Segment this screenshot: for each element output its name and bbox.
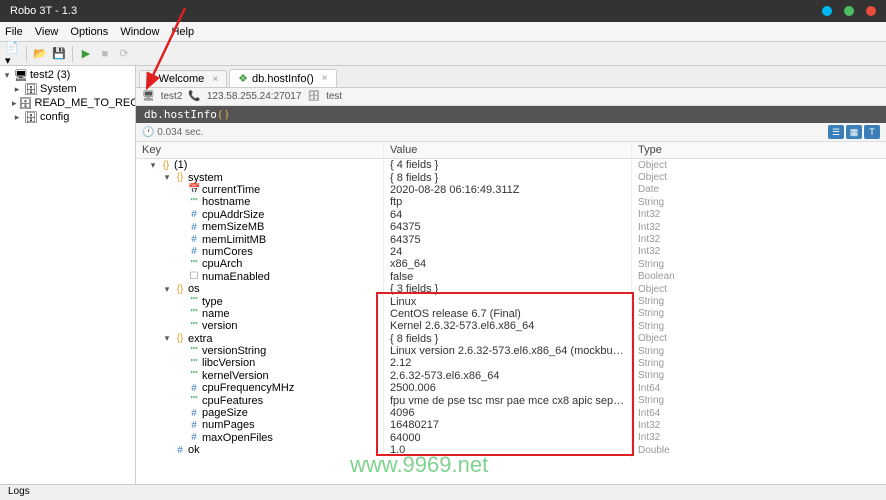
cmd-parens: () bbox=[217, 108, 230, 121]
host-icon: 📞 bbox=[188, 91, 200, 102]
toggle-icon[interactable]: ▸ bbox=[12, 98, 17, 109]
header-key[interactable]: Key bbox=[136, 142, 384, 158]
address-bar: 🖥 test2 📞 123.58.255.24:27017 🗄 test bbox=[136, 88, 886, 106]
tree-label: System bbox=[40, 83, 77, 95]
db-icon: 🗄 bbox=[24, 111, 38, 123]
max-dot[interactable] bbox=[844, 6, 854, 16]
tree-item-system[interactable]: ▸ 🗄 System bbox=[0, 82, 135, 96]
tree-view-button[interactable]: ☰ bbox=[828, 125, 844, 139]
conn-name: test2 bbox=[161, 91, 183, 102]
tab-label: db.hostInfo() bbox=[252, 73, 314, 85]
separator bbox=[72, 46, 73, 62]
watermark: www.9969.net bbox=[350, 452, 488, 478]
min-dot[interactable] bbox=[822, 6, 832, 16]
server-icon: 🖥 bbox=[14, 69, 28, 81]
stop-icon[interactable]: ■ bbox=[97, 46, 113, 62]
result-grid[interactable]: ▾{}(1){ 4 fields }Object▾{}system{ 8 fie… bbox=[136, 159, 886, 484]
toolbar: 📄▾ 📂 💾 ▶ ■ ⟳ bbox=[0, 42, 886, 66]
host-addr: 123.58.255.24:27017 bbox=[207, 91, 302, 102]
text-view-button[interactable]: T bbox=[864, 125, 880, 139]
status-bar[interactable]: Logs bbox=[0, 484, 886, 500]
command-bar[interactable]: db.hostInfo() bbox=[136, 106, 886, 123]
menubar: File View Options Window Help bbox=[0, 22, 886, 42]
home-icon: ⌂ bbox=[148, 73, 155, 85]
clock-icon: 🕐 bbox=[142, 127, 154, 138]
tab-label: Welcome bbox=[159, 73, 205, 85]
separator bbox=[26, 46, 27, 62]
tree-root[interactable]: ▾ 🖥 test2 (3) bbox=[0, 68, 135, 82]
toggle-icon[interactable]: ▸ bbox=[12, 112, 22, 123]
titlebar: Robo 3T - 1.3 bbox=[0, 0, 886, 22]
tab-hostinfo[interactable]: ❖ db.hostInfo() × bbox=[229, 69, 336, 87]
close-icon[interactable]: × bbox=[322, 73, 328, 84]
type-text: Double bbox=[632, 443, 886, 458]
toggle-icon[interactable]: ▸ bbox=[12, 84, 22, 95]
time-bar: 🕐 0.034 sec. ☰ ▦ T bbox=[136, 123, 886, 142]
run-icon[interactable]: ▶ bbox=[78, 46, 94, 62]
exec-time: 0.034 sec. bbox=[157, 127, 203, 138]
refresh-icon[interactable]: ⟳ bbox=[116, 46, 132, 62]
cmd-text: db.hostInfo bbox=[144, 108, 217, 121]
server-icon: 🖥 bbox=[142, 91, 155, 102]
menu-window[interactable]: Window bbox=[120, 26, 159, 38]
open-icon[interactable]: 📂 bbox=[32, 46, 48, 62]
key-text: ok bbox=[188, 444, 200, 456]
close-icon[interactable]: × bbox=[212, 74, 218, 85]
save-icon[interactable]: 💾 bbox=[51, 46, 67, 62]
close-dot[interactable] bbox=[866, 6, 876, 16]
menu-options[interactable]: Options bbox=[70, 26, 108, 38]
tab-welcome[interactable]: ⌂ Welcome × bbox=[139, 70, 227, 87]
header-type[interactable]: Type bbox=[632, 142, 886, 158]
new-connection-icon[interactable]: 📄▾ bbox=[5, 46, 21, 62]
db-icon: 🗄 bbox=[307, 91, 320, 102]
window-controls bbox=[822, 6, 876, 16]
tree-item-readme[interactable]: ▸ 🗄 READ_ME_TO_RECOVER_... bbox=[0, 96, 135, 110]
tree-label: config bbox=[40, 111, 69, 123]
menu-view[interactable]: View bbox=[35, 26, 59, 38]
tree-label: READ_ME_TO_RECOVER_... bbox=[35, 97, 137, 109]
leaf-icon: ❖ bbox=[238, 72, 248, 85]
table-view-button[interactable]: ▦ bbox=[846, 125, 862, 139]
sidebar: ▾ 🖥 test2 (3) ▸ 🗄 System ▸ 🗄 READ_ME_TO_… bbox=[0, 66, 136, 484]
content-pane: ⌂ Welcome × ❖ db.hostInfo() × 🖥 test2 📞 … bbox=[136, 66, 886, 484]
db-icon: 🗄 bbox=[19, 97, 33, 109]
header-value[interactable]: Value bbox=[384, 142, 632, 158]
table-row[interactable]: #ok1.0Double bbox=[136, 444, 886, 456]
menu-help[interactable]: Help bbox=[171, 26, 194, 38]
tree-label: test2 (3) bbox=[30, 69, 70, 81]
tab-bar: ⌂ Welcome × ❖ db.hostInfo() × bbox=[136, 66, 886, 88]
db-icon: 🗄 bbox=[24, 83, 38, 95]
menu-file[interactable]: File bbox=[5, 26, 23, 38]
app-title: Robo 3T - 1.3 bbox=[10, 5, 77, 17]
type-icon: # bbox=[174, 445, 186, 456]
tree-item-config[interactable]: ▸ 🗄 config bbox=[0, 110, 135, 124]
toggle-icon[interactable]: ▾ bbox=[2, 70, 12, 81]
status-text: Logs bbox=[8, 486, 30, 497]
db-name: test bbox=[326, 91, 342, 102]
column-headers: Key Value Type bbox=[136, 142, 886, 159]
